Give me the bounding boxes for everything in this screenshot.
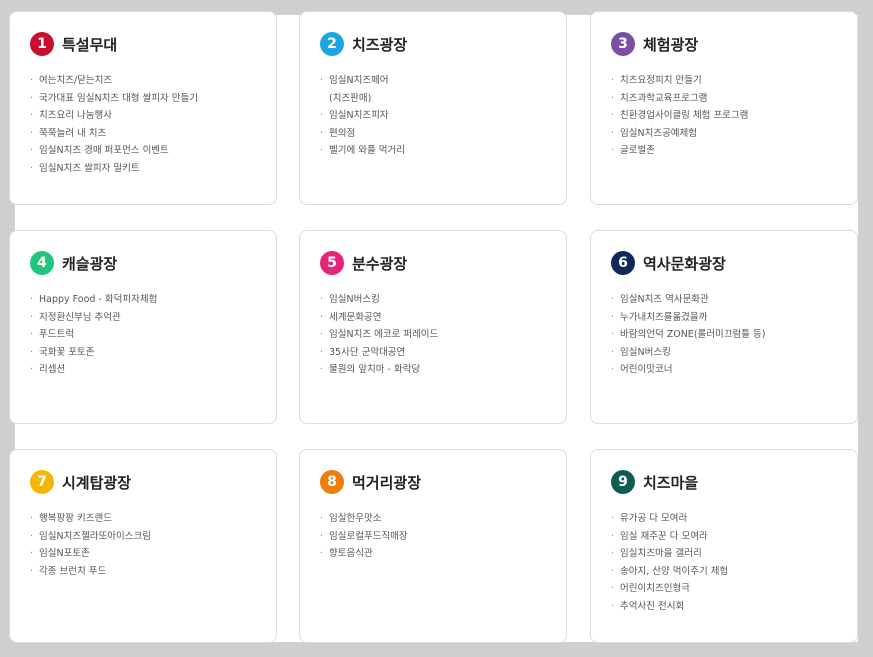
zone-number-badge: 3 <box>611 32 635 56</box>
program-item: 각종 브런치 푸드 <box>30 563 256 581</box>
zone-program-list: 여는치즈/닫는치즈국가대표 임실N치즈 대형 쌀피자 만들기치즈요리 나눔행사쭉… <box>30 72 256 177</box>
program-item: 글로벌존 <box>611 142 837 160</box>
zone-program-list: 임실한우맛소임실로컬푸드직매장향토음식관 <box>320 510 546 563</box>
program-item: 행복팡팡 키즈랜드 <box>30 510 256 528</box>
program-item: Happy Food - 화덕피자체험 <box>30 291 256 309</box>
program-item: 임실한우맛소 <box>320 510 546 528</box>
program-item: 35사단 군악대공연 <box>320 344 546 362</box>
program-item: 여는치즈/닫는치즈 <box>30 72 256 90</box>
program-item: 바람의언덕 ZONE(롤러미끄럼틀 등) <box>611 326 837 344</box>
zone-card-4: 4 캐슬광장 Happy Food - 화덕피자체험지정환신부님 추억관푸드트럭국화… <box>9 230 277 424</box>
program-item: 임실 재주꾼 다 모여라 <box>611 528 837 546</box>
zone-card-header: 9 치즈마을 <box>611 470 837 494</box>
program-item: 임실N치즈공예체험 <box>611 125 837 143</box>
program-item: 임실N치즈 쌀피자 밀키트 <box>30 160 256 178</box>
program-item: 어린이맛코너 <box>611 361 837 379</box>
program-item: 추억사진 전시회 <box>611 598 837 616</box>
zone-card-header: 6 역사문화광장 <box>611 251 837 275</box>
program-item: 국화꽃 포토존 <box>30 344 256 362</box>
zone-title: 역사문화광장 <box>643 254 726 273</box>
program-item: 푸드트럭 <box>30 326 256 344</box>
zone-program-list: Happy Food - 화덕피자체험지정환신부님 추억관푸드트럭국화꽃 포토존… <box>30 291 256 379</box>
program-item: 향토음식관 <box>320 545 546 563</box>
program-item: 임실로컬푸드직매장 <box>320 528 546 546</box>
zone-card-header: 5 분수광장 <box>320 251 546 275</box>
program-item: 임실N포토존 <box>30 545 256 563</box>
zone-card-1: 1 특설무대여는치즈/닫는치즈국가대표 임실N치즈 대형 쌀피자 만들기치즈요리 … <box>9 11 277 205</box>
zone-title: 시계탑광장 <box>62 473 132 492</box>
zone-title: 캐슬광장 <box>62 254 118 273</box>
zone-card-8: 8 먹거리광장임실한우맛소임실로컬푸드직매장향토음식관 <box>299 449 567 643</box>
zone-number-badge: 4 <box>30 251 54 275</box>
program-item: 임실N치즈피자 <box>320 107 546 125</box>
program-item: 세계문화공연 <box>320 309 546 327</box>
zone-card-header: 1 특설무대 <box>30 32 256 56</box>
program-item: 쭉쭉늘려 내 치즈 <box>30 125 256 143</box>
program-item: 어린이치즈인형극 <box>611 580 837 598</box>
zone-card-9: 9 치즈마을유가공 다 모여라임실 재주꾼 다 모여라임실치즈마을 갤러리송아지,… <box>590 449 858 643</box>
zone-program-list: 임실N치즈페어 (치즈판매)임실N치즈피자편의점벨기에 와플 먹거리 <box>320 72 546 160</box>
zone-card-header: 2 치즈광장 <box>320 32 546 56</box>
zone-number-badge: 9 <box>611 470 635 494</box>
zone-program-list: 임실N치즈 역사문화관누가내치즈를옮겼을까바람의언덕 ZONE(롤러미끄럼틀 등… <box>611 291 837 379</box>
zone-card-header: 4 캐슬광장 <box>30 251 256 275</box>
zone-program-list: 임실N버스킹세계문화공연임실N치즈 에코로 퍼레이드35사단 군악대공연물원의 … <box>320 291 546 379</box>
program-item: 임실N치즈 경매 퍼포먼스 이벤트 <box>30 142 256 160</box>
program-item: 유가공 다 모여라 <box>611 510 837 528</box>
zone-number-badge: 7 <box>30 470 54 494</box>
zone-program-list: 유가공 다 모여라임실 재주꾼 다 모여라임실치즈마을 갤러리송아지, 산양 먹… <box>611 510 837 615</box>
zone-title: 체험광장 <box>643 35 699 54</box>
program-item: 국가대표 임실N치즈 대형 쌀피자 만들기 <box>30 90 256 108</box>
zone-card-7: 7 시계탑광장행복팡팡 키즈랜드임실N치즈젤라또아이스크림임실N포토존각종 브런치… <box>9 449 277 643</box>
program-item: 임실N치즈젤라또아이스크림 <box>30 528 256 546</box>
zone-title: 치즈광장 <box>352 35 408 54</box>
zone-card-header: 7 시계탑광장 <box>30 470 256 494</box>
program-item: 송아지, 산양 먹이주기 체험 <box>611 563 837 581</box>
zone-card-3: 3 체험광장치즈요정피치 만들기치즈과학교육프로그램친환경업사이클링 체험 프로그… <box>590 11 858 205</box>
program-item: 리셉션 <box>30 361 256 379</box>
zone-card-6: 6 역사문화광장임실N치즈 역사문화관누가내치즈를옮겼을까바람의언덕 ZONE(롤… <box>590 230 858 424</box>
zone-title: 특설무대 <box>62 35 118 54</box>
zone-card-header: 8 먹거리광장 <box>320 470 546 494</box>
zone-number-badge: 6 <box>611 251 635 275</box>
zone-card-header: 3 체험광장 <box>611 32 837 56</box>
program-item: 임실N치즈페어 (치즈판매) <box>320 72 546 107</box>
zone-number-badge: 8 <box>320 470 344 494</box>
zone-card-5: 5 분수광장임실N버스킹세계문화공연임실N치즈 에코로 퍼레이드35사단 군악대공… <box>299 230 567 424</box>
zone-title: 치즈마을 <box>643 473 699 492</box>
zone-number-badge: 2 <box>320 32 344 56</box>
program-item: 편의점 <box>320 125 546 143</box>
program-item: 치즈요리 나눔행사 <box>30 107 256 125</box>
program-item: 임실N버스킹 <box>611 344 837 362</box>
zone-title: 먹거리광장 <box>352 473 422 492</box>
zone-program-list: 행복팡팡 키즈랜드임실N치즈젤라또아이스크림임실N포토존각종 브런치 푸드 <box>30 510 256 580</box>
zone-number-badge: 5 <box>320 251 344 275</box>
program-item: 치즈과학교육프로그램 <box>611 90 837 108</box>
program-item: 임실치즈마을 갤러리 <box>611 545 837 563</box>
program-item: 임실N치즈 역사문화관 <box>611 291 837 309</box>
zone-title: 분수광장 <box>352 254 408 273</box>
program-item: 임실N버스킹 <box>320 291 546 309</box>
program-item: 지정환신부님 추억관 <box>30 309 256 327</box>
program-item: 임실N치즈 에코로 퍼레이드 <box>320 326 546 344</box>
program-item: 벨기에 와플 먹거리 <box>320 142 546 160</box>
zone-card-2: 2 치즈광장임실N치즈페어 (치즈판매)임실N치즈피자편의점벨기에 와플 먹거리 <box>299 11 567 205</box>
zone-number-badge: 1 <box>30 32 54 56</box>
program-item: 물원의 앞치마 - 화락당 <box>320 361 546 379</box>
program-item: 누가내치즈를옮겼을까 <box>611 309 837 327</box>
zone-program-list: 치즈요정피치 만들기치즈과학교육프로그램친환경업사이클링 체험 프로그램임실N치… <box>611 72 837 160</box>
program-item: 친환경업사이클링 체험 프로그램 <box>611 107 837 125</box>
program-item: 치즈요정피치 만들기 <box>611 72 837 90</box>
